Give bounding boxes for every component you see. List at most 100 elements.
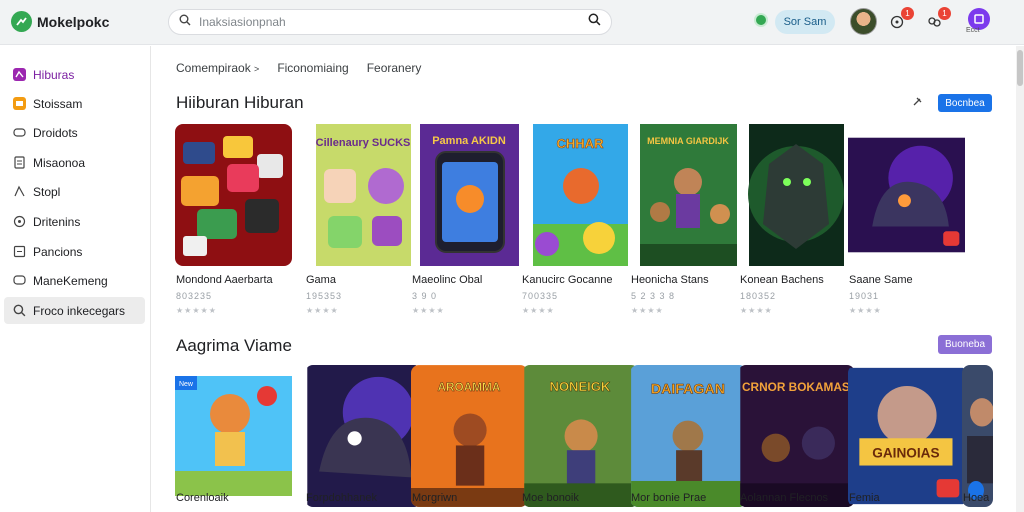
game-card-image[interactable] — [738, 124, 855, 266]
sidebar-item-label: Misaonoa — [33, 155, 86, 170]
section-action-button[interactable]: Buoneba — [938, 335, 992, 354]
sidebar-item-dritenins[interactable]: Dritenins — [4, 208, 145, 235]
game-title[interactable]: Moe bonoik — [522, 492, 579, 504]
game-card-image[interactable] — [848, 124, 965, 266]
game-meta: 700335 — [522, 291, 559, 301]
game-card-image[interactable]: Pamna AKIDN — [411, 124, 528, 266]
messages-icon[interactable]: 1 — [923, 7, 951, 33]
game-meta: 180352 — [740, 291, 777, 301]
search-bar[interactable]: Inaksiasionpnah — [168, 9, 612, 35]
circle-icon — [13, 215, 26, 228]
sidebar-item-pancions[interactable]: Pancions — [4, 238, 145, 265]
game-title[interactable]: Aolannan Flecnos — [740, 492, 828, 504]
controller-icon — [13, 126, 26, 139]
pin-icon[interactable] — [911, 95, 923, 113]
svg-text:MEMNIA GIARDIJK: MEMNIA GIARDIJK — [647, 136, 729, 146]
section-action-button[interactable]: Bocnbea — [938, 94, 992, 112]
game-card-image[interactable]: Cillenaury SUCKS — [305, 124, 422, 266]
game-card-image[interactable] — [175, 124, 292, 266]
game-title[interactable]: Heonicha Stans — [631, 274, 709, 286]
svg-text:New: New — [179, 381, 194, 388]
sidebar-item-label: Stoissam — [33, 96, 83, 111]
sign-in-button[interactable]: Sor Sam — [775, 10, 835, 34]
game-title[interactable]: Corenloaik — [176, 492, 229, 504]
game-card-image[interactable] — [962, 365, 993, 507]
svg-text:GAINOIAS: GAINOIAS — [872, 446, 939, 461]
svg-text:NONEIGK: NONEIGK — [550, 379, 611, 394]
sidebar-item-misaonoa[interactable]: Misaonoa — [4, 149, 145, 176]
logo-icon — [11, 11, 32, 32]
app-name: Mokelpokc — [37, 13, 110, 30]
game-title[interactable]: Mor bonie Prae — [631, 492, 706, 504]
scrollbar-track[interactable] — [1016, 46, 1024, 512]
game-title[interactable]: Femia — [849, 492, 880, 504]
rating-stars: ★★★★ — [849, 306, 882, 315]
sidebar-item-hiburas[interactable]: Hiburas — [4, 61, 145, 88]
rating-stars: ★★★★ — [522, 306, 555, 315]
rating-stars: ★★★★ — [631, 306, 664, 315]
game-card-image[interactable]: AROAMMA — [411, 365, 528, 507]
app-logo[interactable]: Mokelpokc — [11, 11, 109, 32]
svg-text:CHHAR: CHHAR — [557, 136, 605, 151]
game-meta: 19031 — [849, 291, 880, 301]
game-meta: 195353 — [306, 291, 343, 301]
game-title[interactable]: Mondond Aaerbarta — [176, 274, 273, 286]
game-card-image[interactable]: CHHAR — [522, 124, 639, 266]
sidebar-item-label: Stopl — [33, 184, 61, 199]
game-title[interactable]: Hoea — [963, 492, 989, 504]
document-icon — [13, 156, 26, 169]
game-meta: 5 2 3 3 8 — [631, 291, 676, 301]
game-title[interactable]: Saane Same — [849, 274, 913, 286]
section-title: Hiiburan Hiburan — [176, 93, 304, 112]
rating-stars: ★★★★★ — [176, 306, 217, 315]
game-card-image[interactable] — [305, 365, 422, 507]
sidebar-item-manekemeng[interactable]: ManeKemeng — [4, 267, 145, 294]
game-card-image[interactable]: New — [175, 365, 292, 507]
profile-label: Ecct — [966, 27, 980, 34]
sidebar-item-label: Hiburas — [33, 67, 75, 82]
message-badge: 1 — [938, 7, 951, 20]
game-meta: 803235 — [176, 291, 213, 301]
scrollbar-thumb[interactable] — [1017, 50, 1023, 86]
section-title: Aagrima Viame — [176, 336, 292, 355]
game-title[interactable]: Gama — [306, 274, 336, 286]
svg-text:Cillenaury SUCKS: Cillenaury SUCKS — [316, 137, 411, 149]
search-icon — [13, 304, 26, 317]
sidebar-item-label: Froco inkecegars — [33, 303, 126, 318]
game-title[interactable]: Kanucirc Gocanne — [522, 274, 613, 286]
tag-icon — [13, 185, 26, 198]
notification-badge: 1 — [901, 7, 914, 20]
chat-icon — [13, 274, 26, 287]
breadcrumb-item[interactable]: Ficonomiaing — [277, 61, 348, 75]
status-icon — [754, 13, 768, 27]
game-meta: 3 9 0 — [412, 291, 438, 301]
breadcrumb-item[interactable]: Feoranery — [367, 61, 422, 75]
sidebar-item-droidots[interactable]: Droidots — [4, 119, 145, 146]
notifications-icon[interactable]: 1 — [886, 7, 914, 33]
sidebar-item-stoissam[interactable]: Stoissam — [4, 90, 145, 117]
game-title[interactable]: Maeolinc Obal — [412, 274, 482, 286]
game-title[interactable]: Forpdohhanek — [306, 492, 377, 504]
game-card-image[interactable]: CRNOR BOKAMAS — [738, 365, 855, 507]
game-card-image[interactable]: GAINOIAS — [848, 365, 965, 507]
game-card-image[interactable]: DAIFAGAN — [630, 365, 747, 507]
sidebar-item-search[interactable]: Froco inkecegars — [4, 297, 145, 324]
sidebar-item-label: ManeKemeng — [33, 273, 108, 288]
breadcrumb-item[interactable]: Comempiraok > — [176, 61, 259, 75]
sidebar-item-label: Droidots — [33, 125, 78, 140]
search-submit-icon[interactable] — [588, 13, 601, 31]
svg-text:DAIFAGAN: DAIFAGAN — [651, 381, 725, 397]
avatar[interactable] — [850, 8, 877, 35]
svg-text:CRNOR BOKAMAS: CRNOR BOKAMAS — [742, 380, 850, 394]
rating-stars: ★★★★ — [740, 306, 773, 315]
search-icon — [179, 13, 191, 31]
store-icon — [13, 97, 26, 110]
game-card-image[interactable]: MEMNIA GIARDIJK — [630, 124, 747, 266]
game-title[interactable]: Konean Bachens — [740, 274, 824, 286]
search-input[interactable]: Inaksiasionpnah — [199, 15, 588, 29]
sidebar-item-stopl[interactable]: Stopl — [4, 178, 145, 205]
list-icon — [13, 245, 26, 258]
game-title[interactable]: Morgriwn — [412, 492, 457, 504]
games-icon — [13, 68, 26, 81]
game-card-image[interactable]: NONEIGK — [522, 365, 639, 507]
